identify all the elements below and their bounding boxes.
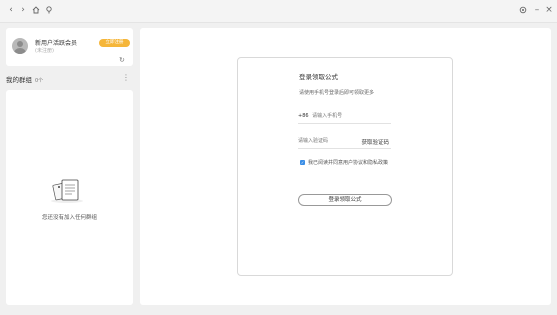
refresh-icon[interactable]: ↻ [119,56,125,64]
group-list: 您还没有加入任何群组 [6,90,133,305]
phone-input[interactable] [312,111,383,121]
login-description: 请使用手机号登录后即可领取更多 [299,90,375,96]
more-options-icon[interactable]: ⋮ [122,73,130,82]
groups-section-header: 我的群组 0个 ⋮ [6,72,133,86]
get-code-button[interactable]: 获取验证码 [361,138,389,146]
agreement-text: 我已阅读并同意用户协议和隐私政策 [308,160,389,166]
login-title: 登录领取公式 [299,73,338,81]
sidebar: 新用户活跃会员 (未注册) 立即注册 ↻ 我的群组 0个 ⋮ 您还没有加入任何群组 [6,28,133,305]
login-submit-button[interactable]: 登录领取公式 [298,194,392,206]
account-name: 新用户活跃会员 [35,40,78,47]
empty-state-text: 您还没有加入任何群组 [41,215,97,221]
agreement-row[interactable]: ✓ 我已阅读并同意用户协议和隐私政策 [300,159,388,166]
section-title: 我的群组 0个 [6,74,43,84]
profile-card[interactable]: 新用户活跃会员 (未注册) 立即注册 ↻ [6,28,133,66]
close-icon[interactable]: × [543,4,555,16]
main-content: 登录领取公式 请使用手机号登录后即可领取更多 +86 获取验证码 ✓我已阅读并同… [140,28,551,305]
country-code[interactable]: +86 [298,113,309,119]
section-count: 0个 [35,78,44,84]
settings-icon[interactable] [517,4,529,16]
pin-icon[interactable] [43,4,55,16]
account-subtitle: (未注册) [35,48,54,54]
empty-state-illustration-icon [50,178,84,204]
phone-field[interactable]: +86 [298,111,391,124]
window-titlebar: ‹ › – × [0,0,557,23]
code-field[interactable]: 获取验证码 [298,136,391,149]
login-card: 登录领取公式 请使用手机号登录后即可领取更多 +86 获取验证码 ✓我已阅读并同… [237,57,453,276]
home-icon[interactable] [30,4,42,16]
chevron-right-icon[interactable]: › [17,4,29,16]
agreement-checkbox[interactable]: ✓ [300,160,305,165]
avatar[interactable] [12,38,28,54]
minimize-icon[interactable]: – [531,4,543,16]
register-badge-button[interactable]: 立即注册 [99,39,130,47]
section-title-text: 我的群组 [6,76,32,84]
chevron-left-icon[interactable]: ‹ [5,4,17,16]
verification-code-input[interactable] [298,136,368,146]
